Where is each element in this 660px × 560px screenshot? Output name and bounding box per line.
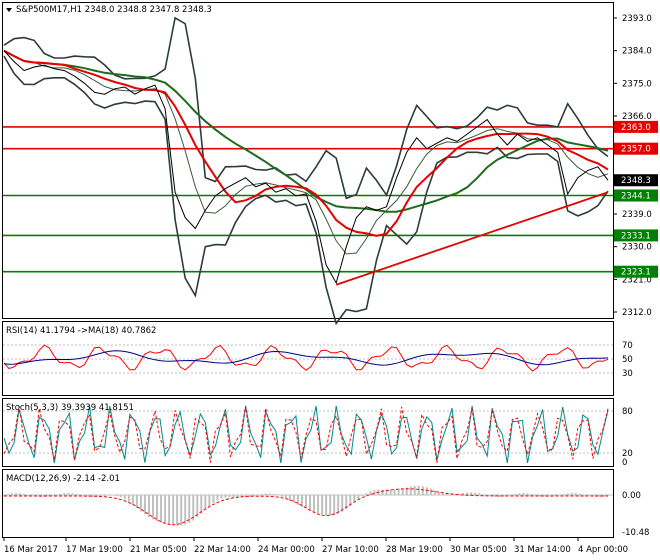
- x-tick-label: 28 Mar 19:00: [386, 545, 443, 555]
- x-tick-label: 17 Mar 19:00: [66, 545, 123, 555]
- stoch-pane: [3, 405, 613, 464]
- chart-window[interactable]: 2393.02384.02375.02366.02357.02348.02339…: [0, 0, 660, 560]
- x-tick-label: 4 Apr 00:00: [578, 545, 628, 555]
- y-tick-label: 2330.0: [622, 243, 652, 253]
- stoch-signal-line: [3, 405, 609, 463]
- stoch-tick-0: 0: [622, 458, 627, 468]
- stoch-tick-80: 80: [622, 407, 633, 417]
- rsi-tick-30: 30: [622, 369, 633, 379]
- chart-canvas[interactable]: 2393.02384.02375.02366.02357.02348.02339…: [0, 0, 660, 560]
- rsi-line: [3, 344, 609, 372]
- rsi-ma-line: [3, 350, 609, 366]
- bollinger-upper-band: [3, 16, 609, 200]
- x-tick-label: 16 Mar 2017: [4, 545, 58, 555]
- y-tick-label: 2312.0: [622, 308, 652, 318]
- x-tick-label: 22 Mar 14:00: [194, 545, 251, 555]
- x-tick-label: 24 Mar 00:00: [258, 545, 315, 555]
- y-tick-label: 2384.0: [622, 47, 652, 57]
- macd-tick-zero: 0.00: [622, 491, 641, 501]
- level-price-label: 2357.0: [621, 145, 651, 155]
- x-tick-label: 30 Mar 05:00: [450, 545, 507, 555]
- level-price-label: 2333.1: [621, 231, 651, 241]
- y-tick-label: 2339.0: [622, 210, 652, 220]
- main-pane: [3, 16, 613, 326]
- macd-title: MACD(12,26,9) -2.14 -2.01: [6, 474, 120, 484]
- level-price-label: 2323.1: [621, 268, 651, 278]
- rsi-tick-50: 50: [622, 355, 633, 365]
- rsi-tick-70: 70: [622, 341, 633, 351]
- trend-line: [335, 191, 609, 286]
- macd-pane: [3, 485, 613, 526]
- macd-tick-min: -10.48: [622, 528, 649, 538]
- x-tick-label: 21 Mar 05:00: [130, 545, 187, 555]
- rsi-pane: [3, 344, 613, 374]
- x-tick-label: 27 Mar 10:00: [322, 545, 379, 555]
- stoch-title: Stoch(5,3,3) 39.3939 41.8151: [6, 403, 134, 413]
- main-title: S&P500M17,H1 2348.0 2348.8 2347.8 2348.3: [16, 5, 212, 15]
- fast-moving-average: [3, 49, 609, 237]
- level-price-label: 2363.0: [621, 123, 651, 133]
- y-tick-label: 2366.0: [622, 112, 652, 122]
- x-tick-label: 31 Mar 14:00: [514, 545, 571, 555]
- level-price-label: 2348.3: [621, 176, 651, 186]
- triangle-down-icon[interactable]: [6, 8, 12, 12]
- price-series: [3, 50, 609, 285]
- rsi-title: RSI(14) 41.1794 ->MA(18) 40.7862: [6, 326, 156, 336]
- y-tick-label: 2393.0: [622, 14, 652, 24]
- level-price-label: 2344.1: [621, 191, 651, 201]
- y-tick-label: 2375.0: [622, 79, 652, 89]
